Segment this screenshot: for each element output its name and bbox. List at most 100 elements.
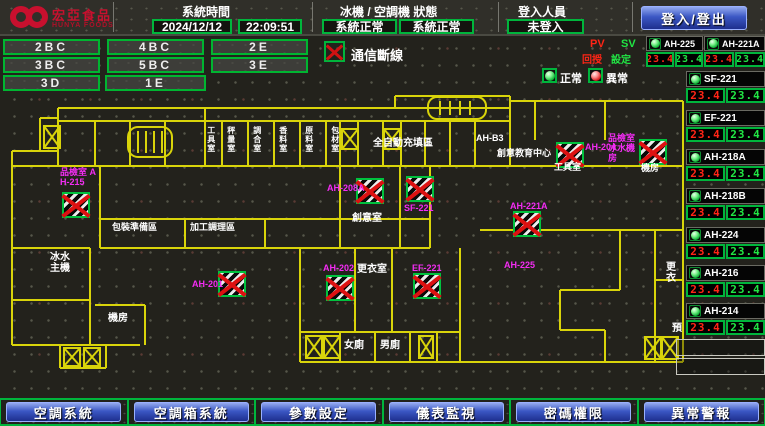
ahu-sv-value: 23.4 <box>726 320 765 335</box>
ahu-sv-value: 23.4 <box>726 166 765 181</box>
ahu-pv-value: 23.4 <box>704 52 734 67</box>
nav-button-meter-monitor[interactable]: 儀表監視 <box>389 402 504 422</box>
room-label: 預 <box>672 323 682 334</box>
room-label: 包材室 <box>330 126 339 153</box>
floor-button-1e[interactable]: 1E <box>105 75 206 91</box>
ahu-sv-value: 23.4 <box>726 244 765 259</box>
room-label: 更衣 <box>666 262 680 284</box>
room-label: 機房 <box>108 313 128 324</box>
ahu-plate-ah-214[interactable]: AH-214 <box>686 303 765 319</box>
floor-button-2e[interactable]: 2E <box>211 39 308 55</box>
ahu-name: AH-225 <box>664 39 695 49</box>
nav-button-ac-system[interactable]: 空調系統 <box>6 402 121 422</box>
ahu-pv-value: 23.4 <box>686 320 725 335</box>
comm-fail-legend-icon <box>324 41 345 62</box>
device-label: AH-202 <box>323 264 354 274</box>
brand-subtitle: HUNYA FOODS <box>52 22 114 29</box>
nav-button-password-authority[interactable]: 密碼權限 <box>516 402 631 422</box>
ahu-plate-ah-225[interactable]: AH-225 <box>646 36 703 51</box>
header-divider <box>113 2 114 32</box>
ahu-sv-value: 23.4 <box>726 205 765 220</box>
ahu-name: AH-224 <box>704 230 738 241</box>
comm-fail-device-icon[interactable] <box>513 211 541 237</box>
chiller-status-value: 系統正常 <box>322 19 397 34</box>
comm-fail-device-icon[interactable] <box>639 139 667 165</box>
room-label: AH-B3 <box>476 134 504 144</box>
nav-cell: 異常警報 <box>638 398 765 426</box>
floor-button-3d[interactable]: 3D <box>3 75 100 91</box>
status-led-icon <box>707 38 719 50</box>
hmi-screen: 宏亞食品 HUNYA FOODS 系統時間 2024/12/12 22:09:5… <box>0 0 765 426</box>
ahu-pv-value: 23.4 <box>686 166 725 181</box>
nav-button-alarm[interactable]: 異常警報 <box>644 402 759 422</box>
ahu-sv-value: 23.4 <box>675 52 703 67</box>
nav-cell: 儀表監視 <box>383 398 511 426</box>
system-time-label: 系統時間 <box>182 3 230 20</box>
header-divider <box>632 2 633 32</box>
device-label: 品檢室 冰水機房 <box>608 134 638 164</box>
status-led-icon <box>689 73 701 85</box>
ahu-name: AH-218A <box>704 152 746 163</box>
room-label: 包裝準備區 <box>112 223 157 233</box>
ahu-pv-value: 23.4 <box>686 282 725 297</box>
status-led-icon <box>689 151 701 163</box>
header-divider <box>312 2 313 32</box>
floor-button-2bc[interactable]: 2BC <box>3 39 100 55</box>
comm-fail-device-icon[interactable] <box>326 275 354 301</box>
room-label: 原料室 <box>304 126 313 153</box>
status-led-icon <box>689 112 701 124</box>
ahu-plate-ef-221[interactable]: EF-221 <box>686 110 765 126</box>
floor-button-4bc[interactable]: 4BC <box>107 39 204 55</box>
device-label: AH-208A <box>327 184 365 194</box>
device-label: 品檢室 AH-215 <box>60 168 102 188</box>
ahu-sv-value: 23.4 <box>726 88 765 103</box>
room-label: 創意室 <box>352 213 382 224</box>
room-label: 更衣室 <box>357 264 387 275</box>
device-label: AH-201 <box>192 280 223 290</box>
ahu-plate-ah-218a[interactable]: AH-218A <box>686 149 765 165</box>
comm-fail-device-icon[interactable] <box>413 273 441 299</box>
status-led-icon <box>689 267 701 279</box>
nav-button-parameter-settings[interactable]: 參數設定 <box>261 402 376 422</box>
system-clock-value: 22:09:51 <box>238 19 302 34</box>
ahu-name: SF-221 <box>704 74 737 85</box>
floor-button-5bc[interactable]: 5BC <box>107 57 204 73</box>
floor-button-3bc[interactable]: 3BC <box>3 57 100 73</box>
ahu-plate-ah-221a[interactable]: AH-221A <box>704 36 765 51</box>
ahu-plate-ah-218b[interactable]: AH-218B <box>686 188 765 204</box>
setting-column-label: 設定 <box>611 51 631 66</box>
nav-button-ahu-system[interactable]: 空調箱系統 <box>134 402 249 422</box>
comm-fail-device-icon[interactable] <box>406 176 434 202</box>
device-label: AH-221A <box>510 202 548 212</box>
ahu-name: EF-221 <box>704 113 737 124</box>
abnormal-legend-label: 異常 <box>606 70 628 86</box>
ahu-name: AH-214 <box>704 306 738 317</box>
system-date-value: 2024/12/12 <box>152 19 232 34</box>
sv-column-label: SV <box>621 38 636 50</box>
ahu-plate-ah-224[interactable]: AH-224 <box>686 227 765 243</box>
ahu-sv-value: 23.4 <box>726 282 765 297</box>
login-logout-button[interactable]: 登入/登出 <box>641 6 747 30</box>
device-label: AH-225 <box>504 261 535 271</box>
ahu-name: AH-221A <box>722 39 760 49</box>
comm-fail-legend-label: 通信斷線 <box>351 45 403 64</box>
bottom-nav-bar: 空調系統 空調箱系統 參數設定 儀表監視 密碼權限 異常警報 <box>0 398 765 426</box>
comm-fail-device-icon[interactable] <box>62 192 90 218</box>
room-label: 機房 <box>641 164 659 174</box>
nav-cell: 密碼權限 <box>510 398 638 426</box>
nav-cell: 空調系統 <box>0 398 128 426</box>
ahu-sv-value: 23.4 <box>735 52 765 67</box>
normal-led-icon <box>542 68 557 83</box>
ahu-pv-value: 23.4 <box>686 205 725 220</box>
room-label: 加工調理區 <box>190 223 235 233</box>
status-led-icon <box>689 190 701 202</box>
brand-logo: 宏亞食品 HUNYA FOODS <box>4 2 112 34</box>
ahu-name: AH-218B <box>704 191 746 202</box>
normal-legend-label: 正常 <box>560 70 582 86</box>
room-label: 男廁 <box>380 340 400 351</box>
floor-button-3e[interactable]: 3E <box>211 57 308 73</box>
ahu-plate-ah-216[interactable]: AH-216 <box>686 265 765 281</box>
room-label: 冰水主機 <box>50 252 74 274</box>
ahu-plate-sf-221[interactable]: SF-221 <box>686 71 765 87</box>
login-status-value: 未登入 <box>507 19 584 34</box>
